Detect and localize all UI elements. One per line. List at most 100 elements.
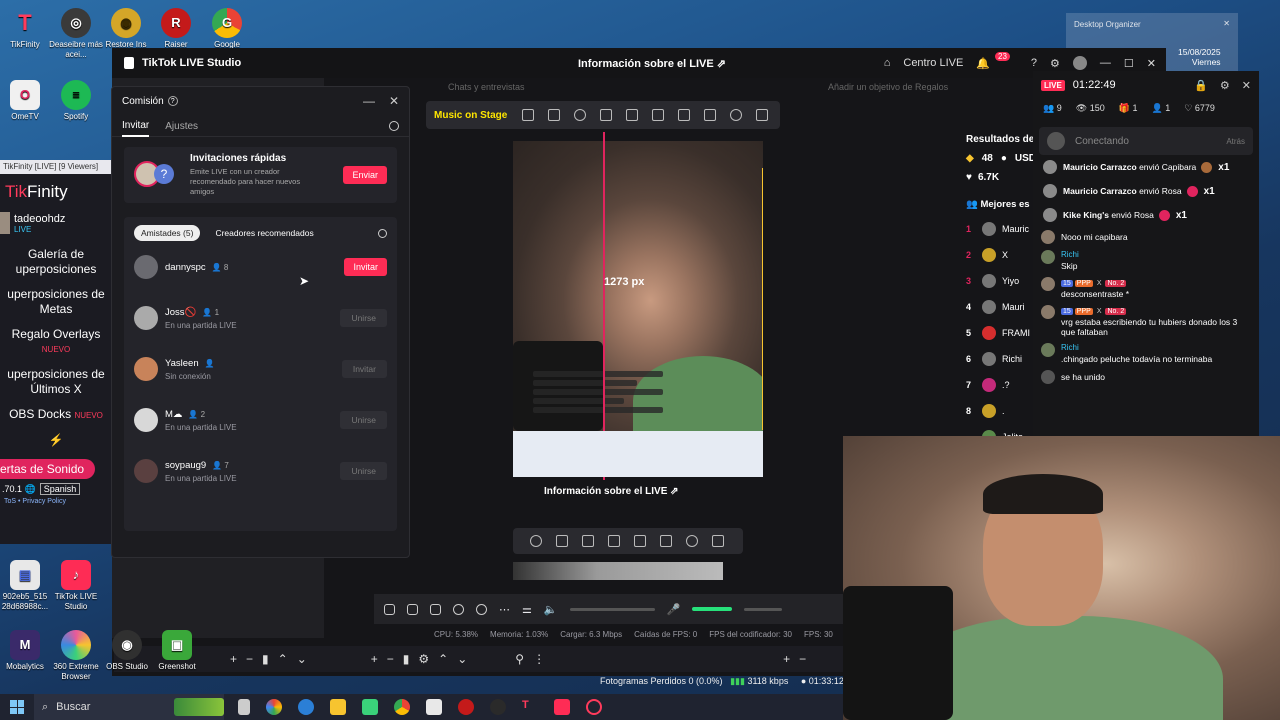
add-icon[interactable]: + [783, 652, 790, 666]
search-icon[interactable] [389, 120, 399, 131]
music-on-stage-label[interactable]: Music on Stage [426, 110, 515, 121]
trash-icon[interactable] [756, 109, 769, 121]
tikfinity-user[interactable]: tadeoohdz LIVE [0, 210, 112, 242]
privacy-link[interactable]: Privacy Policy [22, 498, 66, 505]
edge-icon[interactable] [298, 699, 314, 715]
desktop-icon-mobalytics[interactable]: M Mobalytics [0, 630, 53, 672]
avatar[interactable] [1072, 56, 1087, 70]
tab-settings[interactable]: Ajustes [165, 121, 198, 132]
notepad-icon[interactable] [426, 699, 442, 715]
windows-start-icon[interactable] [10, 700, 24, 714]
join-button[interactable]: Unirse [340, 461, 387, 480]
close-icon[interactable]: ✕ [1242, 79, 1251, 92]
link-icon[interactable]: ⚲ [515, 652, 524, 666]
microphone-icon[interactable]: 🎤 [667, 603, 681, 616]
desktop-icon-360-browser[interactable]: 360 Extreme Browser [48, 630, 104, 682]
copy-icon[interactable] [626, 109, 639, 121]
expand-icon[interactable] [548, 109, 561, 121]
tab-friends[interactable]: Amistades (5) [134, 225, 201, 241]
sliders-icon[interactable]: ⚌ [522, 603, 532, 616]
close-icon[interactable]: ✕ [389, 94, 399, 108]
desktop-icon-google[interactable]: G Google [199, 8, 255, 50]
layer-down-icon[interactable] [660, 535, 672, 547]
chrome-icon[interactable] [394, 699, 410, 715]
tab-chats[interactable]: Chats y entrevistas [448, 82, 525, 92]
layer-up-icon[interactable] [634, 535, 646, 547]
down-icon[interactable]: ⌄ [457, 652, 467, 666]
tikfinity-icon[interactable]: T [522, 699, 538, 715]
up-icon[interactable]: ⌃ [438, 652, 448, 666]
up-icon[interactable]: ⌃ [278, 652, 288, 666]
live-info-title[interactable]: Información sobre el LIVE ⇗ [578, 57, 726, 70]
refresh-icon[interactable] [378, 228, 387, 238]
desktop-icon-obs[interactable]: ◉ OBS Studio [99, 630, 155, 672]
crop-icon[interactable] [600, 109, 613, 121]
phone-icon[interactable] [430, 603, 441, 615]
copilot-icon[interactable] [266, 699, 282, 715]
minimize-icon[interactable]: — [363, 94, 375, 108]
join-button[interactable]: Unirse [340, 308, 387, 327]
help-icon[interactable]: ? [1031, 57, 1037, 69]
desktop-icon-app2[interactable]: ◎ Deaseibre más acei... [48, 8, 104, 60]
language-select[interactable]: Spanish [39, 483, 81, 495]
desktop-icon-spotify[interactable]: ≡ Spotify [48, 80, 104, 122]
rotate-icon[interactable] [686, 535, 698, 547]
target-icon[interactable] [530, 535, 542, 547]
desktop-icon-file[interactable]: ▤ 902eb5_515 28d68988c... [0, 560, 53, 612]
tos-link[interactable]: ToS [4, 498, 16, 505]
add-icon[interactable]: + [371, 652, 378, 666]
connecting-bar[interactable]: Conectando Atrás [1039, 127, 1253, 155]
task-view-icon[interactable] [238, 699, 250, 715]
send-button[interactable]: Enviar [343, 166, 387, 184]
remove-icon[interactable]: − [799, 652, 806, 666]
crop-icon[interactable] [556, 535, 568, 547]
home-icon[interactable]: ⌂ [884, 57, 891, 69]
desktop-icon-tikfinity[interactable]: T TikFinity [0, 8, 53, 50]
lock-icon[interactable]: 🔒 [1194, 79, 1208, 92]
opera-icon[interactable] [586, 699, 602, 715]
flip-icon[interactable] [652, 109, 665, 121]
invite-button[interactable]: Invitar [341, 359, 387, 378]
close-icon[interactable]: ✕ [1147, 57, 1156, 70]
gear-icon[interactable]: ⚙ [1050, 57, 1060, 70]
speaker-icon[interactable]: 🔈 [544, 603, 558, 616]
desktop-icon-raiser[interactable]: R Raiser [148, 8, 204, 50]
layer-down-icon[interactable] [704, 109, 717, 121]
explorer-icon[interactable] [330, 699, 346, 715]
desktop-icon-greenshot[interactable]: ▣ Greenshot [149, 630, 205, 672]
layer-up-icon[interactable] [678, 109, 691, 121]
raiser-icon[interactable] [458, 699, 474, 715]
filter-icon[interactable]: ▮ [262, 652, 269, 666]
volume-slider[interactable] [569, 607, 655, 611]
remove-icon[interactable]: − [387, 652, 394, 666]
maximize-icon[interactable]: ☐ [1124, 57, 1134, 70]
down-icon[interactable]: ⌄ [297, 652, 307, 666]
more-icon[interactable]: ⋯ [499, 603, 510, 616]
fullscreen-icon[interactable] [522, 109, 535, 121]
info-icon[interactable]: ? [167, 96, 178, 106]
live-center-button[interactable]: Centro LIVE [903, 57, 963, 69]
gear-icon[interactable]: ⚙ [1220, 79, 1230, 92]
bell-icon[interactable]: 🔔 [976, 57, 990, 70]
join-button[interactable]: Unirse [340, 410, 387, 429]
sound-alerts-button[interactable]: ertas de Sonido [0, 459, 95, 479]
taskbar-search[interactable]: ⌕ Buscar [34, 694, 224, 720]
more-icon[interactable]: ⋮ [533, 652, 545, 666]
close-icon[interactable]: ✕ [1223, 19, 1230, 28]
desktop-icon-ometv[interactable]: O OmeTV [0, 80, 53, 122]
menu-obs-docks[interactable]: OBS Docks NUEVO [0, 402, 112, 428]
gear-icon[interactable]: ⚙ [418, 652, 429, 666]
minimize-icon[interactable]: — [1100, 57, 1111, 69]
language-selector[interactable]: .70.1 🌐 Spanish [0, 479, 112, 495]
tab-recommended-creators[interactable]: Creadores recomendados [208, 225, 320, 241]
add-gift-goal[interactable]: Añadir un objetivo de Regalos [828, 82, 948, 92]
trash-icon[interactable] [712, 535, 724, 547]
effects-icon[interactable] [476, 603, 487, 615]
tiktok-icon[interactable] [554, 699, 570, 715]
tab-invite[interactable]: Invitar [122, 120, 150, 137]
magic-icon[interactable] [384, 603, 395, 615]
rotate-icon[interactable] [730, 109, 743, 121]
flip-icon[interactable] [608, 535, 620, 547]
invite-button[interactable]: Invitar [344, 257, 387, 276]
menu-gift-overlays[interactable]: Regalo Overlays NUEVO [0, 322, 112, 362]
